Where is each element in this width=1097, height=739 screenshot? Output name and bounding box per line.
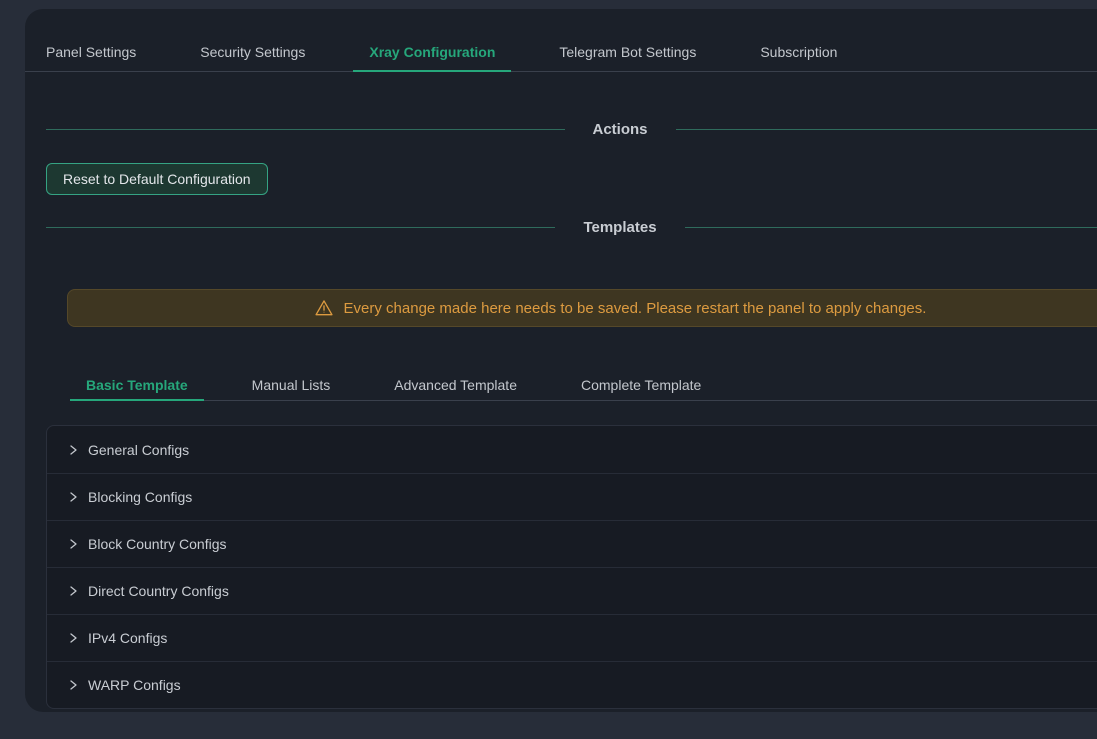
collapse-item-label: Block Country Configs [88, 536, 227, 552]
collapse-item-block-country-configs[interactable]: Block Country Configs [47, 520, 1097, 567]
tab-basic-template[interactable]: Basic Template [70, 367, 204, 400]
tab-complete-template[interactable]: Complete Template [565, 367, 717, 400]
settings-tabs: Panel Settings Security Settings Xray Co… [25, 9, 1097, 72]
tab-manual-lists[interactable]: Manual Lists [236, 367, 347, 400]
collapse-item-ipv4-configs[interactable]: IPv4 Configs [47, 614, 1097, 661]
collapse-item-general-configs[interactable]: General Configs [47, 426, 1097, 473]
collapse-item-label: General Configs [88, 442, 189, 458]
collapse-item-blocking-configs[interactable]: Blocking Configs [47, 473, 1097, 520]
tab-security-settings[interactable]: Security Settings [184, 9, 321, 71]
tab-telegram-bot-settings[interactable]: Telegram Bot Settings [543, 9, 712, 71]
tab-advanced-template[interactable]: Advanced Template [378, 367, 533, 400]
collapse-item-direct-country-configs[interactable]: Direct Country Configs [47, 567, 1097, 614]
chevron-right-icon [67, 538, 79, 550]
actions-section-title: Actions [593, 121, 648, 138]
templates-section-title: Templates [583, 219, 656, 236]
tab-xray-configuration[interactable]: Xray Configuration [353, 9, 511, 71]
tab-panel-settings[interactable]: Panel Settings [30, 9, 152, 71]
restart-warning-text: Every change made here needs to be saved… [344, 300, 927, 317]
chevron-right-icon [67, 679, 79, 691]
reset-to-default-button[interactable]: Reset to Default Configuration [46, 163, 268, 195]
template-tabs: Basic Template Manual Lists Advanced Tem… [70, 367, 1097, 401]
chevron-right-icon [67, 444, 79, 456]
chevron-right-icon [67, 491, 79, 503]
restart-warning-alert: Every change made here needs to be saved… [67, 289, 1097, 327]
collapse-item-label: Direct Country Configs [88, 583, 229, 599]
settings-card: Panel Settings Security Settings Xray Co… [25, 9, 1097, 712]
tab-subscription[interactable]: Subscription [744, 9, 853, 71]
warning-triangle-icon [314, 298, 334, 318]
config-collapse: General Configs Blocking Configs Block C… [46, 425, 1097, 709]
chevron-right-icon [67, 585, 79, 597]
collapse-item-warp-configs[interactable]: WARP Configs [47, 661, 1097, 708]
templates-section-divider: Templates [46, 217, 1097, 237]
collapse-item-label: WARP Configs [88, 677, 181, 693]
collapse-item-label: Blocking Configs [88, 489, 192, 505]
chevron-right-icon [67, 632, 79, 644]
collapse-item-label: IPv4 Configs [88, 630, 167, 646]
actions-section-divider: Actions [46, 119, 1097, 139]
